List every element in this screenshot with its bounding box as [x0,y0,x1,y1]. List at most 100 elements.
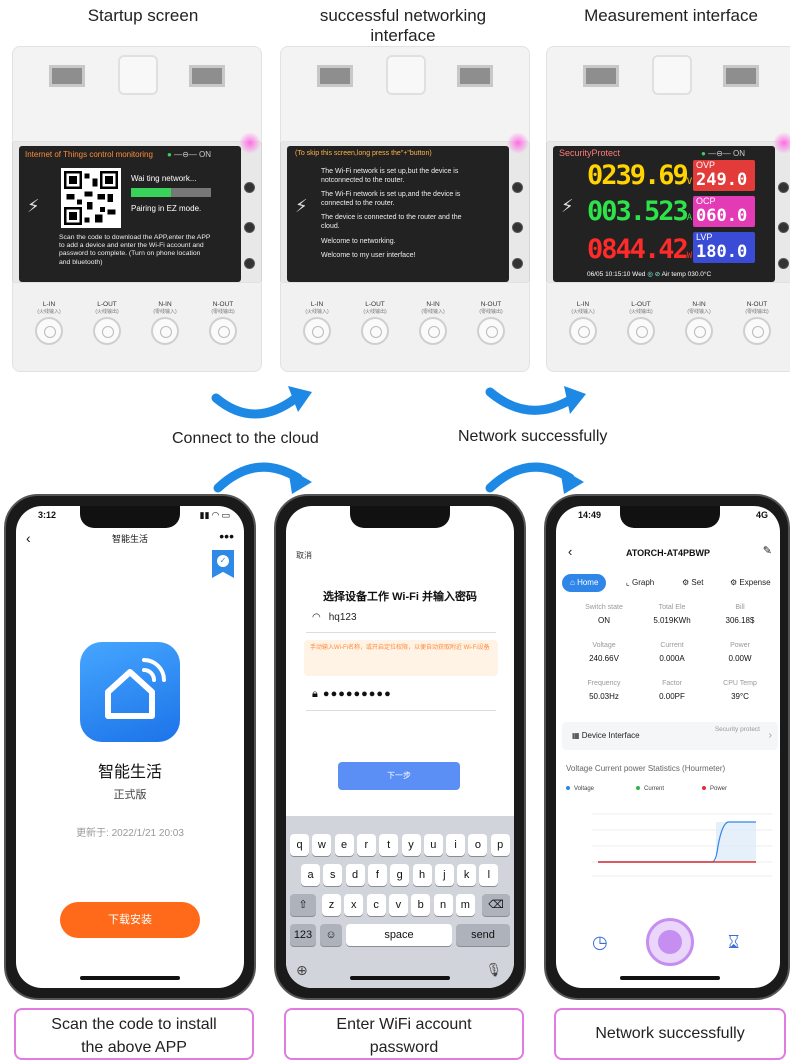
key-i[interactable]: i [446,834,466,856]
location-warning: 手动输入Wi-Fi名称，或开启定位权限，以便自动获取附近 Wi-Fi设备 [304,640,498,676]
phone-screen: 14:49 4G ‹ ATORCH-AT4PBWP ✎ ⌂ Home ⌞ Gra… [556,506,780,988]
key-u[interactable]: u [423,834,443,856]
phone-wifi-setup: 取消 选择设备工作 Wi-Fi 并输入密码 ◠ hq123 手动输入Wi-Fi名称… [274,494,526,1000]
update-date: 更新于: 2022/1/21 20:03 [76,828,184,839]
button[interactable] [244,222,255,233]
device-window [49,65,85,87]
key-s[interactable]: s [323,864,343,886]
globe-icon[interactable]: ⊕ [296,962,308,979]
key-m[interactable]: m [455,894,475,916]
key-l[interactable]: l [479,864,499,886]
download-install-button[interactable]: 下载安装 [60,902,200,938]
legend-item: Voltage [566,786,594,792]
status-time: 3:12 [38,510,57,520]
key-g[interactable]: g [390,864,410,886]
lightning-icon: ⚡ [295,196,308,216]
terminal-block: L-IN (火线输入) L-OUT (火线输出) N-IN (零线输入) N-OUT (零线输… [12,282,262,372]
key-h[interactable]: h [412,864,432,886]
key-n[interactable]: n [433,894,453,916]
tab-graph[interactable]: ⌞ Graph [626,574,654,592]
key-d[interactable]: d [345,864,365,886]
device-networking: (To skip this screen,long press the"+"bu… [280,46,530,372]
status-line: The device is connected to the router an… [321,214,462,230]
tab-expense[interactable]: ⚙ Expense [730,574,771,592]
key-j[interactable]: j [434,864,454,886]
emoji-key[interactable]: ☺ [320,924,342,946]
key-b[interactable]: b [411,894,431,916]
key-f[interactable]: f [367,864,387,886]
key-o[interactable]: o [468,834,488,856]
side-buttons [773,132,790,282]
key-k[interactable]: k [457,864,477,886]
metric-cell: Total Ele 5.019KWh [653,604,691,625]
space-key[interactable]: space [346,924,452,946]
password-field[interactable]: 🔒︎ ●●●●●●●●● [312,688,392,701]
key-v[interactable]: v [388,894,408,916]
button[interactable] [778,258,789,269]
key-q[interactable]: q [290,834,309,856]
caption-wifi: Enter WiFi account password [284,1008,524,1060]
screw-icon [743,317,771,345]
power-button[interactable] [646,918,694,966]
network-indicator: 4G [755,510,768,520]
send-key[interactable]: send [456,924,510,946]
waiting-text: Wai ting network... [131,174,197,183]
networking-title: successful networking interface [319,6,487,45]
more-icon[interactable]: ••• [219,528,234,544]
key-c[interactable]: c [366,894,386,916]
statistics-lines [592,813,772,877]
button[interactable] [778,222,789,233]
status-time: 14:49 [578,510,602,520]
key-w[interactable]: w [312,834,332,856]
device-interface-row[interactable]: ▦ Device Interface Security protect › [562,722,778,750]
key-z[interactable]: z [322,894,341,916]
device-window [583,65,619,87]
button[interactable] [778,182,789,193]
terminal-l-in: L-IN (火线输入) [295,301,339,345]
arrow-icon [211,386,312,419]
datetime-footer: 06/05 10:15:10 Wed ◎ ⊘ Air temp 030.0°C [587,271,712,278]
metric-cell: Current 0.000A [659,642,685,663]
startup-title: Startup screen [87,6,199,25]
qr-code [61,168,121,228]
skip-hint: (To skip this screen,long press the"+"bu… [295,150,432,157]
home-indicator [620,976,720,980]
button[interactable] [512,222,523,233]
key-r[interactable]: r [356,834,376,856]
button[interactable] [512,258,523,269]
on-status: ● —⊖— ON [701,149,745,158]
timer-icon[interactable]: ◷ [592,932,608,953]
shift-key[interactable]: ⇧ [290,894,316,916]
legend-item: Power [702,786,727,792]
metric-cell: Bill 306.18$ [725,604,755,625]
terminal-n-in: N-IN (零线输入) [677,301,721,345]
tab-set[interactable]: ⚙ Set [682,574,703,592]
key-p[interactable]: p [490,834,510,856]
screw-icon [685,317,713,345]
key-a[interactable]: a [301,864,320,886]
button[interactable] [244,258,255,269]
key-y[interactable]: y [401,834,421,856]
power-reading: 0844.42W [587,234,693,265]
key-e[interactable]: e [334,834,354,856]
cancel-button[interactable]: 取消 [296,550,312,561]
backspace-key[interactable]: ⌫ [482,894,510,916]
numbers-key[interactable]: 123 [290,924,316,946]
key-t[interactable]: t [379,834,399,856]
tab-home[interactable]: ⌂ Home [562,574,607,592]
caption-scan: Scan the code to install the above APP [14,1008,254,1060]
key-x[interactable]: x [344,894,364,916]
metric-cell: Frequency 50.03Hz [587,680,621,701]
edit-icon[interactable]: ✎ [763,544,772,557]
microphone-icon[interactable]: 🎙︎ [485,962,502,978]
signal-icon: ▮▮ ◠ ▭ [199,510,230,520]
button[interactable] [512,182,523,193]
device-top-cover [546,46,790,142]
wifi-ssid-field[interactable]: ◠ hq123 [312,612,365,623]
terminal-l-out: L-OUT (火线输出) [353,301,397,345]
hourglass-icon[interactable]: ⌛︎ [728,932,739,953]
caption-network: Network successfully [554,1008,786,1060]
metric-cell: Power 0.00W [728,642,752,663]
button[interactable] [244,182,255,193]
next-button[interactable]: 下一步 [338,762,460,790]
